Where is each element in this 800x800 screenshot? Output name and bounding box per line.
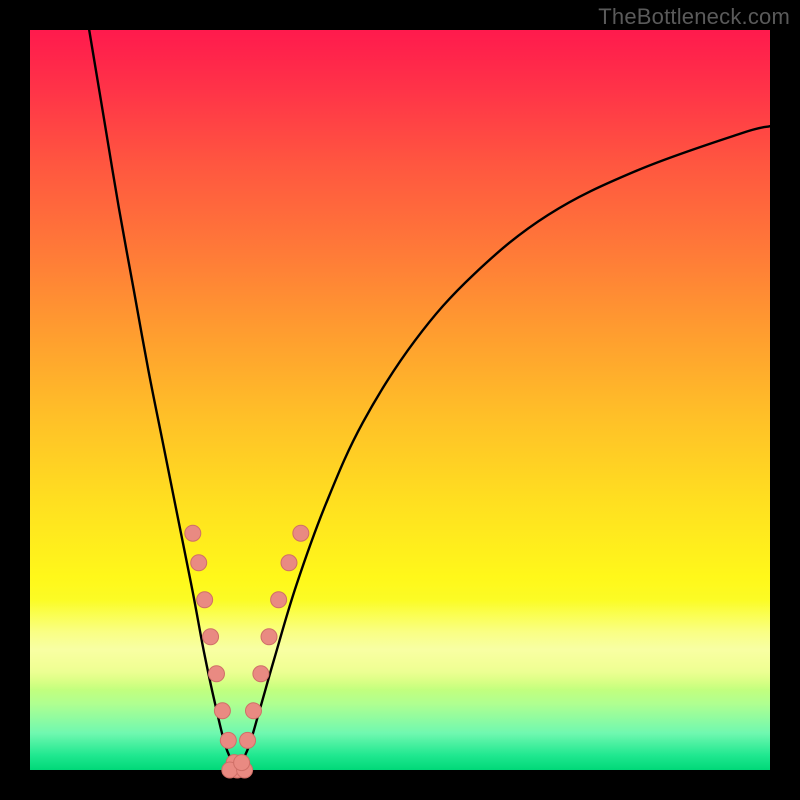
watermark-text: TheBottleneck.com bbox=[598, 4, 790, 30]
plot-area bbox=[30, 30, 770, 770]
chart-stage: TheBottleneck.com bbox=[0, 0, 800, 800]
